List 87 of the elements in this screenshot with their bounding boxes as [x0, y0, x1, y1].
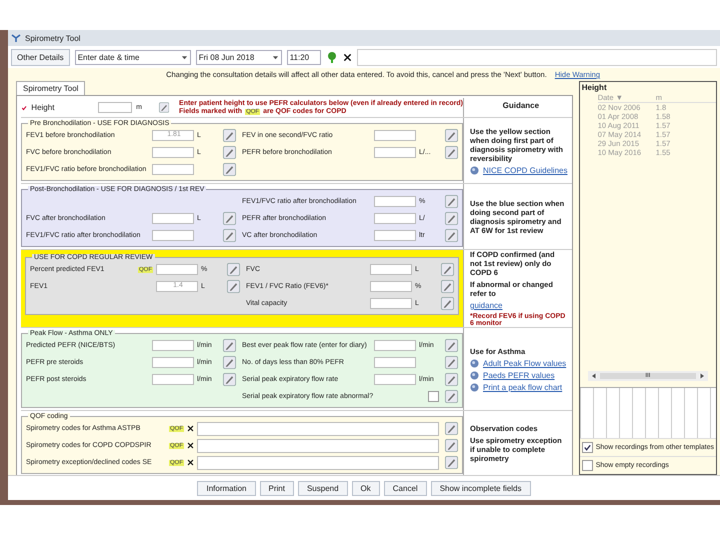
- pencil-icon[interactable]: [445, 390, 458, 403]
- time-field[interactable]: 11:20: [286, 50, 321, 64]
- checkbox[interactable]: [582, 442, 593, 453]
- check-icon: [21, 104, 28, 112]
- code-field[interactable]: [197, 456, 439, 470]
- app-icon: [11, 33, 21, 43]
- footer-button[interactable]: Print: [260, 480, 294, 496]
- globe-icon: [470, 382, 479, 392]
- entry-type-dropdown[interactable]: Enter date & time: [74, 50, 191, 64]
- guidance-heading: Guidance: [502, 100, 540, 110]
- pencil-icon[interactable]: [223, 373, 236, 386]
- input-field[interactable]: [374, 213, 416, 224]
- input-field[interactable]: [374, 130, 416, 141]
- input-field[interactable]: [152, 164, 194, 175]
- footer-button[interactable]: Show incomplete fields: [430, 480, 531, 496]
- pencil-icon[interactable]: [445, 129, 458, 142]
- checkbox[interactable]: [428, 391, 439, 402]
- footer-button[interactable]: Cancel: [384, 480, 427, 496]
- guidance-link[interactable]: Adult Peak Flow values: [483, 358, 566, 368]
- input-field[interactable]: [374, 147, 416, 158]
- scroll-left-icon[interactable]: [590, 373, 597, 379]
- caret-icon[interactable]: [272, 54, 279, 60]
- input-field[interactable]: [370, 298, 412, 309]
- input-field[interactable]: [152, 213, 194, 224]
- pencil-icon[interactable]: [158, 101, 170, 114]
- pencil-icon[interactable]: [223, 163, 236, 176]
- footer-button[interactable]: Information: [197, 480, 256, 496]
- globe-icon: [470, 370, 479, 380]
- pencil-icon[interactable]: [227, 280, 240, 293]
- guidance-link[interactable]: Paeds PEFR values: [483, 370, 555, 380]
- input-field[interactable]: [374, 230, 416, 241]
- pencil-icon[interactable]: [441, 297, 454, 310]
- pencil-icon[interactable]: [223, 356, 236, 369]
- input-field[interactable]: [374, 196, 416, 207]
- input-field[interactable]: [156, 264, 198, 275]
- pencil-icon[interactable]: [445, 195, 458, 208]
- input-field[interactable]: [374, 340, 416, 351]
- globe-icon: [470, 166, 479, 174]
- pencil-icon[interactable]: [445, 356, 458, 369]
- input-field[interactable]: [152, 230, 194, 241]
- tab[interactable]: Spirometry Tool: [16, 81, 86, 95]
- pencil-icon[interactable]: [223, 146, 236, 159]
- input-field[interactable]: [370, 281, 412, 292]
- pencil-icon[interactable]: [445, 439, 458, 452]
- clear-icon[interactable]: [187, 442, 194, 449]
- pencil-icon[interactable]: [223, 339, 236, 352]
- pencil-icon[interactable]: [441, 263, 454, 276]
- checkbox[interactable]: [582, 460, 593, 471]
- guidance-link[interactable]: guidance: [470, 301, 502, 310]
- pencil-icon[interactable]: [441, 280, 454, 293]
- input-field[interactable]: [152, 147, 194, 158]
- footer-button[interactable]: Ok: [352, 480, 380, 496]
- guidance-link[interactable]: Print a peak flow chart: [483, 382, 562, 392]
- pencil-icon[interactable]: [223, 229, 236, 242]
- input-field[interactable]: [98, 102, 132, 113]
- window-title: Spirometry Tool: [25, 34, 80, 42]
- clear-icon[interactable]: [187, 425, 194, 432]
- code-field[interactable]: [197, 422, 439, 436]
- clear-icon[interactable]: [187, 459, 194, 466]
- guidance-link[interactable]: NICE COPD Guidelines: [483, 166, 568, 174]
- input-field[interactable]: [370, 264, 412, 275]
- input-field[interactable]: [374, 374, 416, 385]
- pencil-icon[interactable]: [445, 339, 458, 352]
- code-field[interactable]: [197, 438, 439, 452]
- close-icon[interactable]: [342, 52, 352, 62]
- input-field[interactable]: [374, 357, 416, 368]
- pencil-icon[interactable]: [223, 212, 236, 225]
- pencil-icon[interactable]: [445, 373, 458, 386]
- input-field[interactable]: [152, 340, 194, 351]
- pencil-icon[interactable]: [445, 146, 458, 159]
- footer-button[interactable]: Suspend: [298, 480, 348, 496]
- pencil-icon[interactable]: [445, 422, 458, 435]
- date-dropdown[interactable]: Fri 08 Jun 2018: [196, 50, 282, 64]
- pencil-icon[interactable]: [227, 263, 240, 276]
- field-label: Height: [31, 103, 56, 112]
- pencil-icon[interactable]: [445, 212, 458, 225]
- pencil-icon[interactable]: [223, 129, 236, 142]
- scroll-right-icon[interactable]: [699, 373, 705, 379]
- history-title: Height: [580, 82, 608, 93]
- globe-icon: [470, 358, 479, 368]
- caret-icon[interactable]: [180, 54, 188, 60]
- pencil-icon[interactable]: [445, 456, 458, 469]
- input-field[interactable]: [152, 357, 194, 368]
- other-details-button[interactable]: Other Details: [11, 48, 70, 66]
- tree-icon[interactable]: [326, 51, 338, 63]
- pencil-icon[interactable]: [445, 229, 458, 242]
- input-field[interactable]: [152, 374, 194, 385]
